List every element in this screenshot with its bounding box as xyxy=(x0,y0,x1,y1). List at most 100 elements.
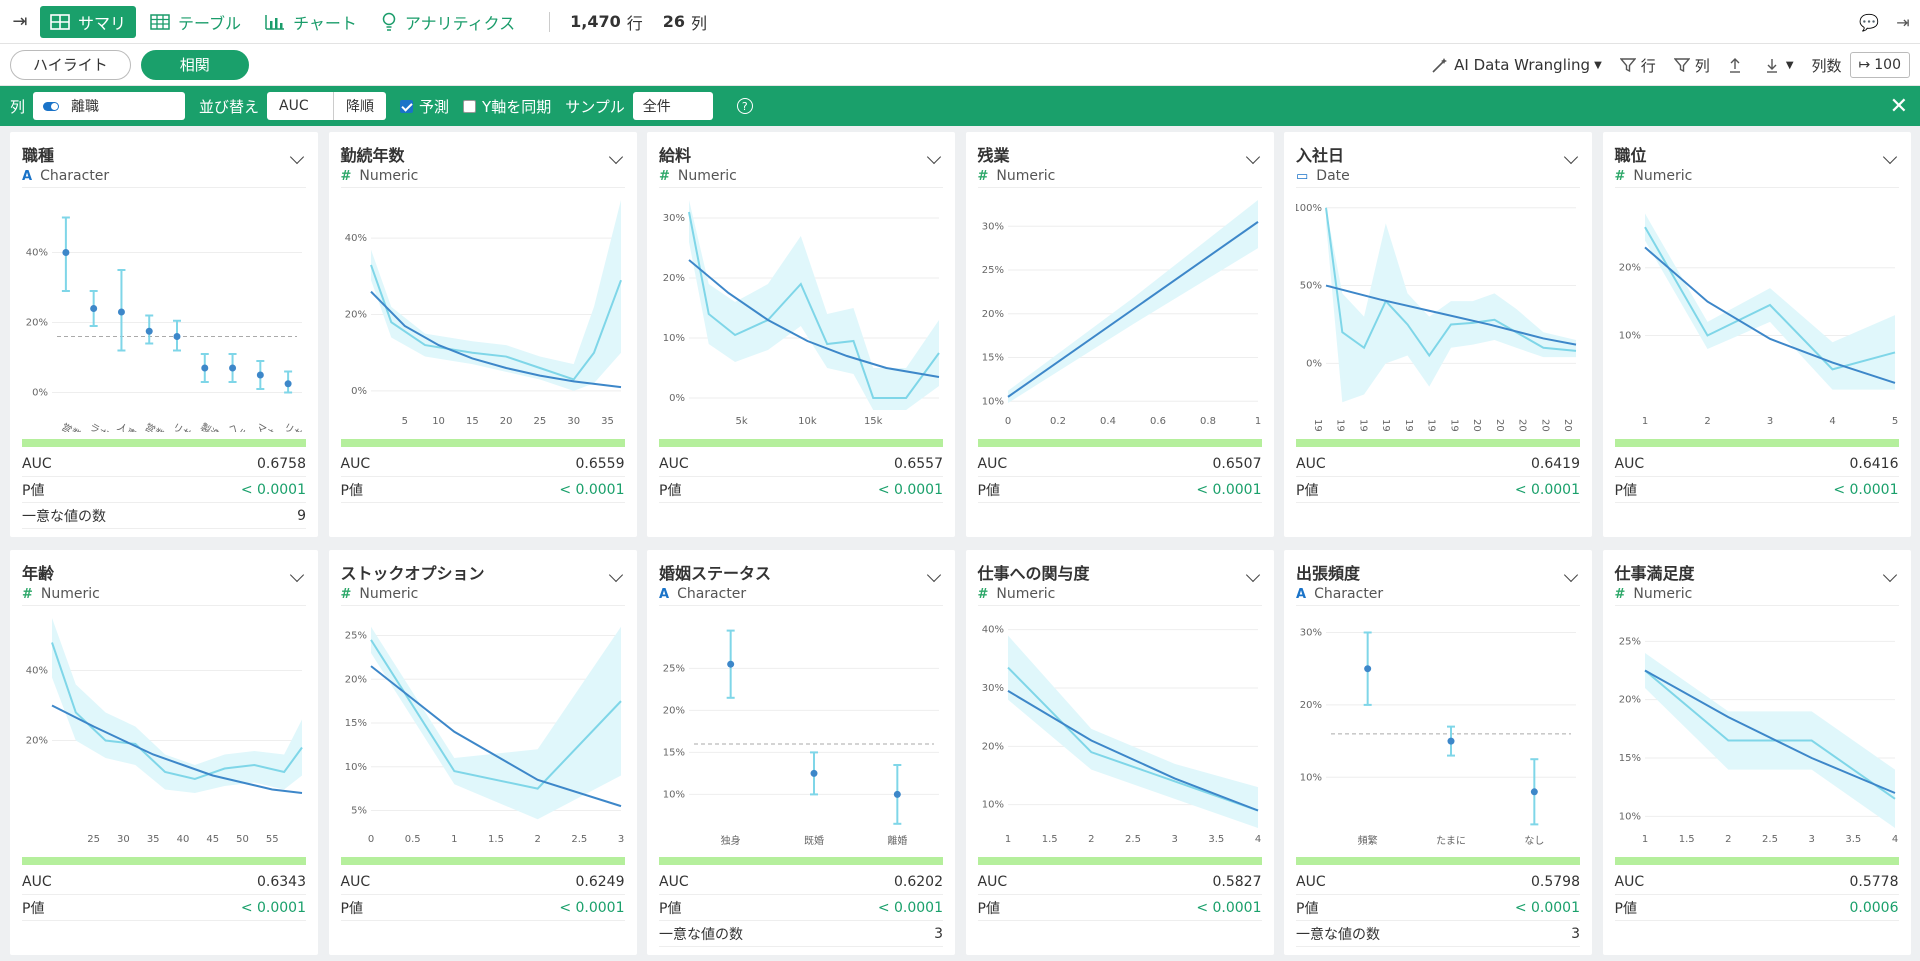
column-type-label: Numeric xyxy=(359,586,419,602)
x-tick-label: 0.8 xyxy=(1200,416,1216,427)
tab-summary[interactable]: サマリ xyxy=(40,5,137,38)
column-type: ▭ Date xyxy=(1296,168,1580,184)
y-tick-label: 10% xyxy=(981,396,1003,407)
target-column-label: 列 xyxy=(10,97,26,116)
x-tick-label: 1 xyxy=(1641,416,1647,427)
column-type-label: Numeric xyxy=(996,586,1056,602)
x-tick-label: 2008 xyxy=(1517,419,1528,432)
sample-value: 全件 xyxy=(642,99,671,115)
x-tick-label: 1 xyxy=(1641,834,1647,845)
y-tick-label: 20% xyxy=(1618,263,1640,274)
column-count-input[interactable]: ↦ 100 xyxy=(1849,52,1910,78)
auc-value: 0.6202 xyxy=(894,873,943,890)
column-title: 出張頻度 xyxy=(1296,564,1361,583)
ai-data-wrangling-button[interactable]: AI Data Wrangling ▼ xyxy=(1431,56,1602,74)
p-value-row: P値 < 0.0001 xyxy=(340,895,625,921)
filter-icon xyxy=(1619,58,1636,73)
target-column-select[interactable]: 離職 xyxy=(33,92,186,120)
y-tick-label: 20% xyxy=(663,273,685,284)
p-value-label: P値 xyxy=(340,900,363,917)
x-tick-label: 35 xyxy=(601,416,614,427)
auc-row: AUC 0.6559 xyxy=(340,451,625,477)
collapse-right-icon[interactable]: ⇥ xyxy=(1886,13,1920,32)
auc-label: AUC xyxy=(659,873,689,890)
tab-chart[interactable]: チャート xyxy=(255,6,367,38)
x-tick-label: 2012 xyxy=(1539,419,1550,432)
card-header: 勤続年数 # Numeric xyxy=(340,142,625,188)
x-tick-label: 0.4 xyxy=(1100,416,1116,427)
tab-table[interactable]: テーブル xyxy=(140,6,251,38)
x-tick-label: 3.5 xyxy=(1845,834,1861,845)
point-marker xyxy=(173,333,181,340)
point-marker xyxy=(284,380,292,388)
y-tick-label: 40% xyxy=(26,666,48,677)
x-tick-label: 1 xyxy=(1004,834,1010,845)
column-type: # Numeric xyxy=(341,586,625,602)
p-value-label: P値 xyxy=(659,482,682,499)
p-value-row: P値 < 0.0001 xyxy=(659,477,943,503)
p-value: < 0.0001 xyxy=(559,481,625,498)
unique-count-row: 一意な値の数 9 xyxy=(22,503,306,529)
collapse-left-icon[interactable]: ⇥ xyxy=(0,0,40,44)
row-filter-button[interactable]: 行 xyxy=(1619,55,1656,76)
point-marker xyxy=(1364,665,1372,673)
p-value: < 0.0001 xyxy=(240,481,306,498)
download-button[interactable]: ▼ xyxy=(1765,57,1794,73)
bar-chart-icon xyxy=(265,14,285,30)
numeric-type-icon: # xyxy=(340,168,352,184)
y-tick-label: 20% xyxy=(981,309,1003,320)
predict-label: 予測 xyxy=(419,97,450,116)
rows-unit: 行 xyxy=(626,13,643,33)
sort-order-select[interactable]: 降順 xyxy=(333,92,386,120)
x-tick-label: 2 xyxy=(1704,416,1710,427)
auc-bar xyxy=(1296,857,1580,865)
predict-checkbox[interactable]: 予測 xyxy=(400,96,449,117)
p-value: < 0.0001 xyxy=(1196,899,1262,916)
auc-label: AUC xyxy=(659,455,689,472)
auc-label: AUC xyxy=(340,455,371,472)
data-point xyxy=(117,269,126,352)
card-header: ストックオプション # Numeric xyxy=(340,560,625,606)
column-type-label: Character xyxy=(677,586,747,602)
x-tick-label: 1984 xyxy=(1357,419,1368,432)
column-filter-button[interactable]: 列 xyxy=(1673,55,1710,76)
column-type: # Numeric xyxy=(341,168,625,184)
sort-key-select[interactable]: AUC xyxy=(267,92,333,120)
close-icon[interactable]: ✕ xyxy=(1890,94,1908,119)
x-tick-label: 40 xyxy=(177,834,190,845)
row-filter-label: 行 xyxy=(1640,56,1656,75)
auc-value: 0.6419 xyxy=(1531,455,1580,472)
column-title: 年齢 xyxy=(22,564,55,583)
card-header: 年齢 # Numeric xyxy=(22,560,306,606)
confidence-band xyxy=(1326,207,1576,403)
card-stats: AUC 0.6343 P値 < 0.0001 xyxy=(22,869,306,921)
help-icon[interactable]: ? xyxy=(736,98,753,114)
data-point xyxy=(89,290,98,327)
column-count-control: 列数 ↦ 100 xyxy=(1812,52,1910,78)
y-tick-label: 20% xyxy=(1618,695,1640,706)
summary-card: 職位 # Numeric AUC 0.6416 P値 < 0.0001 10% 2… xyxy=(1602,132,1911,537)
correlation-plot: 0% 10% 20% 30% 5k 10k 15k xyxy=(663,200,940,427)
sort-label: 並び替え xyxy=(199,97,260,116)
summary-card: 給料 # Numeric AUC 0.6557 P値 < 0.0001 0% 10… xyxy=(647,132,955,537)
auc-row: AUC 0.6202 xyxy=(659,869,943,895)
summary-card: 仕事への関与度 # Numeric AUC 0.5827 P値 < 0.0001… xyxy=(965,550,1274,955)
highlight-button[interactable]: ハイライト xyxy=(10,49,131,80)
upload-button[interactable] xyxy=(1728,57,1747,73)
auc-label: AUC xyxy=(22,455,52,472)
x-tick-label: 35 xyxy=(147,834,160,845)
y-tick-label: 30% xyxy=(981,221,1003,232)
x-tick-label: 1988 xyxy=(1380,419,1391,432)
x-tick-label: 2015 xyxy=(1562,419,1573,432)
column-type-label: Numeric xyxy=(359,168,419,184)
summary-card: 入社日 ▭ Date AUC 0.6419 P値 < 0.0001 0% 50% 1… xyxy=(1284,132,1592,537)
sample-select[interactable]: 全件 xyxy=(632,92,713,120)
auc-value: 0.6559 xyxy=(575,455,625,472)
comment-icon[interactable]: 💬 xyxy=(1852,13,1886,32)
auc-label: AUC xyxy=(977,455,1008,472)
tab-analytics[interactable]: アナリティクス xyxy=(371,6,525,38)
correlation-button[interactable]: 相関 xyxy=(140,49,249,80)
y-tick-label: 5% xyxy=(351,806,367,817)
character-type-icon: A xyxy=(1296,586,1307,602)
sync-y-axis-checkbox[interactable]: Y軸を同期 xyxy=(463,96,551,117)
